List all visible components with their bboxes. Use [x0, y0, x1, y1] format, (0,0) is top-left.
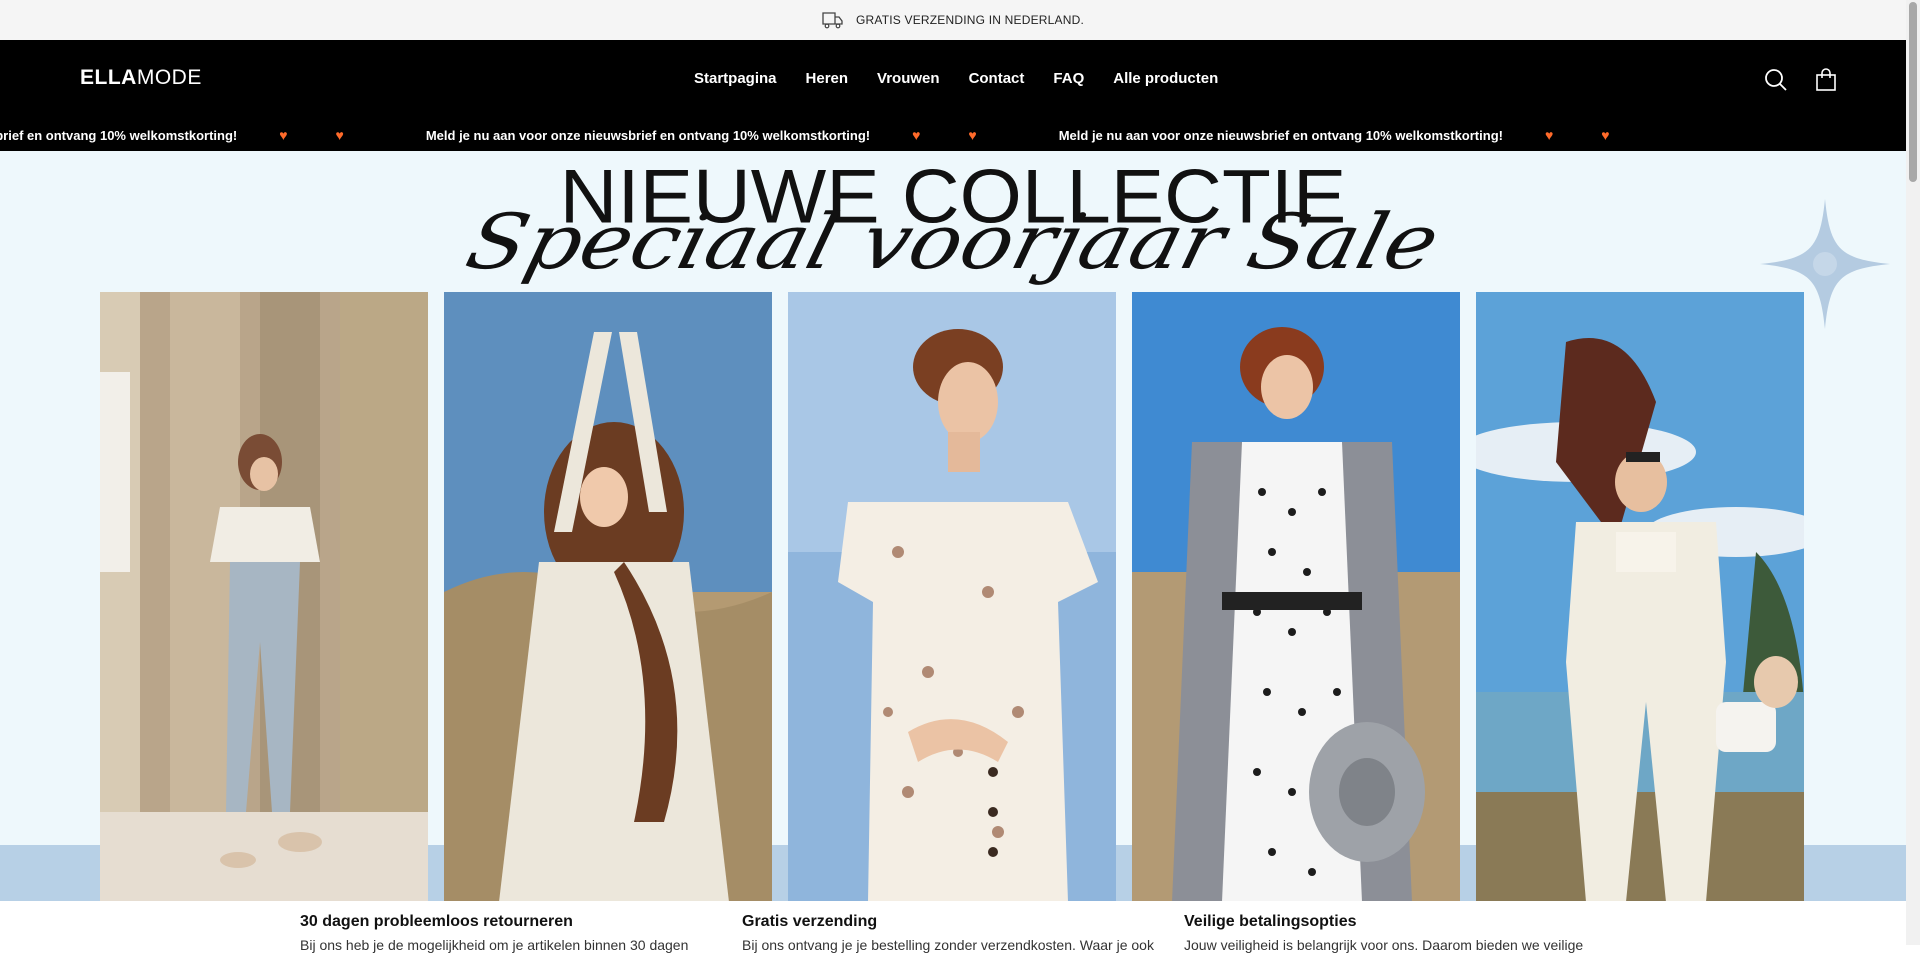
announcement-text: GRATIS VERZENDING IN NEDERLAND. — [855, 13, 1084, 27]
heart-icon: ♥ — [1544, 127, 1554, 143]
model-polka-dot-dress-trench-photo — [1132, 292, 1460, 901]
feature-title: Gratis verzending — [742, 913, 878, 930]
feature-shipping: Gratis verzending Bij ons ontvang je je … — [742, 913, 1162, 953]
nav-item-alle-producten[interactable]: Alle producten — [1113, 70, 1218, 87]
marquee-text: sbrief en ontvang 10% welkomstkorting! — [0, 127, 238, 143]
feature-text: Bij ons heb je de mogelijkheid om je art… — [300, 937, 689, 953]
heart-icon: ♥ — [335, 127, 344, 143]
page-scrollbar[interactable] — [1906, 0, 1920, 945]
feature-text: Jouw veiligheid is belangrijk voor ons. … — [1184, 937, 1584, 953]
model-white-dress-arms-up-photo — [444, 292, 772, 901]
marquee-text: Meld je nu aan voor onze nieuwsbrief en … — [1058, 127, 1503, 143]
nav-item-heren[interactable]: Heren — [806, 70, 849, 87]
model-white-suit-scarf-photo — [1476, 292, 1804, 901]
site-header: ELLAMODE Startpagina Heren Vrouwen Conta… — [0, 40, 1906, 120]
hero-banner[interactable]: NIEUWE COLLECTIE Speciaal voorjaar Sale — [0, 151, 1906, 901]
model-floral-dress-photo — [788, 292, 1116, 901]
newsletter-marquee: sbrief en ontvang 10% welkomstkorting! ♥… — [0, 120, 1906, 151]
site-logo[interactable]: ELLAMODE — [80, 66, 202, 90]
feature-payment: Veilige betalingsopties Jouw veiligheid … — [1184, 913, 1604, 953]
feature-text: Bij ons ontvang je je bestelling zonder … — [742, 937, 1154, 953]
scrollbar-thumb[interactable] — [1909, 2, 1917, 182]
heart-icon: ♥ — [279, 127, 288, 143]
logo-part-2: MODE — [136, 66, 202, 89]
heart-icon: ♥ — [968, 127, 977, 143]
announcement-bar: GRATIS VERZENDING IN NEDERLAND. — [0, 0, 1906, 40]
bag-icon[interactable] — [1814, 68, 1838, 92]
header-icons — [1764, 68, 1838, 92]
heart-icon: ♥ — [1601, 127, 1610, 143]
nav-item-vrouwen[interactable]: Vrouwen — [877, 70, 940, 87]
feature-title: Veilige betalingsopties — [1184, 913, 1357, 930]
feature-title: 30 dagen probleemloos retourneren — [300, 913, 573, 930]
nav-item-startpagina[interactable]: Startpagina — [694, 70, 777, 87]
heart-icon: ♥ — [912, 127, 921, 143]
logo-part-1: ELLA — [80, 66, 137, 89]
search-icon[interactable] — [1764, 68, 1788, 92]
features-row: 30 dagen probleemloos retourneren Bij on… — [0, 901, 1906, 953]
model-cream-blouse-jeans-photo — [100, 292, 428, 901]
nav-item-contact[interactable]: Contact — [969, 70, 1025, 87]
feature-returns: 30 dagen probleemloos retourneren Bij on… — [300, 913, 720, 953]
hero-subtitle: Speciaal voorjaar Sale — [458, 197, 1448, 286]
truck-icon — [822, 12, 843, 29]
main-nav: Startpagina Heren Vrouwen Contact FAQ Al… — [694, 70, 1247, 87]
marquee-text: Meld je nu aan voor onze nieuwsbrief en … — [425, 127, 871, 143]
nav-item-faq[interactable]: FAQ — [1053, 70, 1084, 87]
